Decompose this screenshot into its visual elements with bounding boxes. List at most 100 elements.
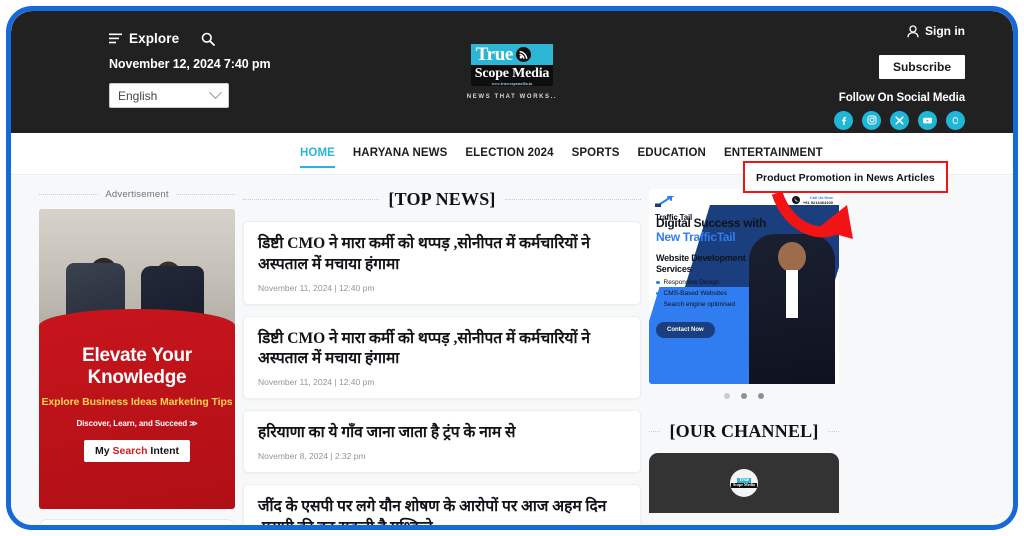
news-list-item[interactable]: हरियाणा का ये गाँव जाना जाता है ट्रंप के… <box>243 410 641 473</box>
nav-item-haryana-news[interactable]: HARYANA NEWS <box>353 133 448 174</box>
menu-lines-icon <box>109 33 122 44</box>
advertisement-label: Advertisement <box>105 189 169 200</box>
promo-heading: Digital Success with New TrafficTail <box>656 216 776 245</box>
language-select[interactable]: English <box>109 83 229 108</box>
news-headline: डिष्टी CMO ने मारा कर्मी को थप्पड़ ,सोनी… <box>258 329 591 368</box>
social-links <box>735 110 965 130</box>
news-timestamp: November 11, 2024 | 12:40 pm <box>258 282 375 293</box>
language-select-value: English <box>118 88 158 103</box>
divider-left <box>649 431 661 432</box>
ad-heading: Elevate Your Knowledge <box>82 345 192 388</box>
logo-url: www.truescopemedia.in <box>491 82 533 87</box>
channel-video-card[interactable]: True Scope Media <box>649 453 839 513</box>
nav-item-education[interactable]: EDUCATION <box>638 133 706 174</box>
follow-social-label: Follow On Social Media <box>838 91 965 104</box>
youtube-icon[interactable] <box>918 110 937 130</box>
x-icon[interactable] <box>890 110 909 130</box>
promo-feature-label: CMS-Based Websites <box>663 290 727 297</box>
explore-button[interactable]: Explore <box>109 31 179 46</box>
news-headline: हरियाणा का ये गाँव जाना जाता है ट्रंप के… <box>258 424 516 442</box>
top-news-title: [TOP NEWS] <box>388 189 496 209</box>
logo-row-scopemedia: Scope Media www.truescopemedia.in <box>470 65 554 87</box>
arrow-logo-icon <box>655 196 675 207</box>
nav-item-election-2024[interactable]: ELECTION 2024 <box>465 133 553 174</box>
news-list-item[interactable]: डिष्टी CMO ने मारा कर्मी को थप्पड़ ,सोनी… <box>243 315 641 400</box>
left-advertisement-banner[interactable]: Elevate Your Knowledge Explore Business … <box>39 209 235 509</box>
ad-tagline: Discover, Learn, and Succeed ≫ <box>76 418 198 428</box>
my-search-intent-button[interactable]: My Search Intent <box>83 439 191 462</box>
explore-row: Explore <box>109 31 409 46</box>
nav-item-home[interactable]: HOME <box>300 133 335 174</box>
ad-subheading: Explore Business Ideas Marketing Tips <box>41 396 233 409</box>
subscribe-button[interactable]: Subscribe <box>878 54 965 79</box>
advertisement-header: Advertisement <box>39 189 236 200</box>
promo-subheading: Website Development Services <box>656 253 746 274</box>
site-header: Explore November 12, 2024 7:40 pm Englis… <box>11 11 1013 133</box>
news-timestamp: November 11, 2024 | 12:40 pm <box>258 377 375 388</box>
divider-right <box>504 199 641 200</box>
our-channel-header: [OUR CHANNEL] <box>649 421 840 442</box>
top-news-header: [TOP NEWS] <box>243 189 641 210</box>
logo-text-true: True <box>475 44 514 65</box>
promo-feature-item: Responsive Design <box>656 279 766 286</box>
channel-logo: True Scope Media <box>730 469 758 497</box>
promo-feature-list: Responsive Design CMS-Based Websites Sea… <box>656 279 766 312</box>
logo-text-scopemedia: Scope Media <box>474 66 550 81</box>
divider-left <box>39 194 99 195</box>
bullet-icon <box>656 280 660 285</box>
divider-right <box>175 194 236 195</box>
news-list-item[interactable]: डिष्टी CMO ने मारा कर्मी को थप्पड़ ,सोनी… <box>243 221 641 305</box>
user-icon <box>907 24 919 37</box>
threads-icon[interactable] <box>946 110 965 130</box>
carousel-dots <box>649 393 839 399</box>
promo-heading-line2: New TrafficTail <box>656 229 736 244</box>
site-logo[interactable]: True Scope Media www.truescopemedia.in N… <box>437 44 587 100</box>
wifi-signal-icon <box>515 47 531 62</box>
promo-feature-item: CMS-Based Websites <box>656 290 766 297</box>
divider-right <box>827 431 840 432</box>
logo-row-true: True <box>470 44 554 65</box>
ad-content: Elevate Your Knowledge Explore Business … <box>39 309 235 509</box>
browser-frame: Explore November 12, 2024 7:40 pm Englis… <box>6 6 1018 530</box>
annotation-callout: Product Promotion in News Articles <box>743 161 948 193</box>
promo-feature-item: Search engine optimised <box>656 301 766 308</box>
search-icon[interactable] <box>201 32 216 46</box>
annotation-label: Product Promotion in News Articles <box>756 172 935 184</box>
header-left-cluster: Explore November 12, 2024 7:40 pm Englis… <box>109 31 409 108</box>
ad-button-word-2: Search <box>112 444 148 457</box>
our-channel-title: [OUR CHANNEL] <box>669 421 819 441</box>
chevron-down-icon <box>209 86 222 100</box>
explore-label: Explore <box>129 31 180 46</box>
header-right-cluster: Sign in Subscribe Follow On Social Media <box>735 24 965 130</box>
contact-now-button[interactable]: Contact Now <box>656 322 715 338</box>
carousel-dot-3[interactable] <box>758 393 764 399</box>
promo-feature-label: Search engine optimised <box>663 301 736 308</box>
nav-item-sports[interactable]: SPORTS <box>572 133 620 174</box>
page-root: Explore November 12, 2024 7:40 pm Englis… <box>11 11 1013 525</box>
bullet-icon <box>656 291 660 296</box>
twitter-embed-card[interactable]: truescopemedia 𝕏 <box>39 519 235 525</box>
logo-tagline: NEWS THAT WORKS.. <box>466 94 558 101</box>
news-headline: डिष्टी CMO ने मारा कर्मी को थप्पड़ ,सोनी… <box>258 235 591 273</box>
facebook-icon[interactable] <box>834 110 853 130</box>
annotation-arrow-icon <box>771 190 853 239</box>
news-list-item[interactable]: जींद के एसपी पर लगे यौन शोषण के आरोपों प… <box>243 483 641 525</box>
promo-heading-line1: Digital Success with <box>656 216 767 230</box>
carousel-dot-1[interactable] <box>724 393 730 399</box>
ad-button-word-1: My <box>94 444 113 457</box>
news-headline: जींद के एसपी पर लगे यौन शोषण के आरोपों प… <box>258 497 607 525</box>
main-content: [TOP NEWS] डिष्टी CMO ने मारा कर्मी को थ… <box>243 189 641 525</box>
logo-box: True Scope Media www.truescopemedia.in <box>470 44 554 87</box>
left-sidebar: Advertisement Elevate Your Knowledge Exp… <box>39 189 236 525</box>
instagram-icon[interactable] <box>862 110 881 130</box>
sign-in-button[interactable]: Sign in <box>907 24 965 38</box>
divider-left <box>243 199 380 200</box>
current-datetime: November 12, 2024 7:40 pm <box>109 57 271 71</box>
bullet-icon <box>656 302 660 307</box>
news-timestamp: November 8, 2024 | 2:32 pm <box>258 450 366 461</box>
carousel-dot-2[interactable] <box>741 393 747 399</box>
promo-feature-label: Responsive Design <box>663 279 720 286</box>
sign-in-label: Sign in <box>925 24 965 38</box>
channel-logo-line2: Scope Media <box>731 482 757 489</box>
ad-button-word-3: Intent <box>147 444 180 457</box>
